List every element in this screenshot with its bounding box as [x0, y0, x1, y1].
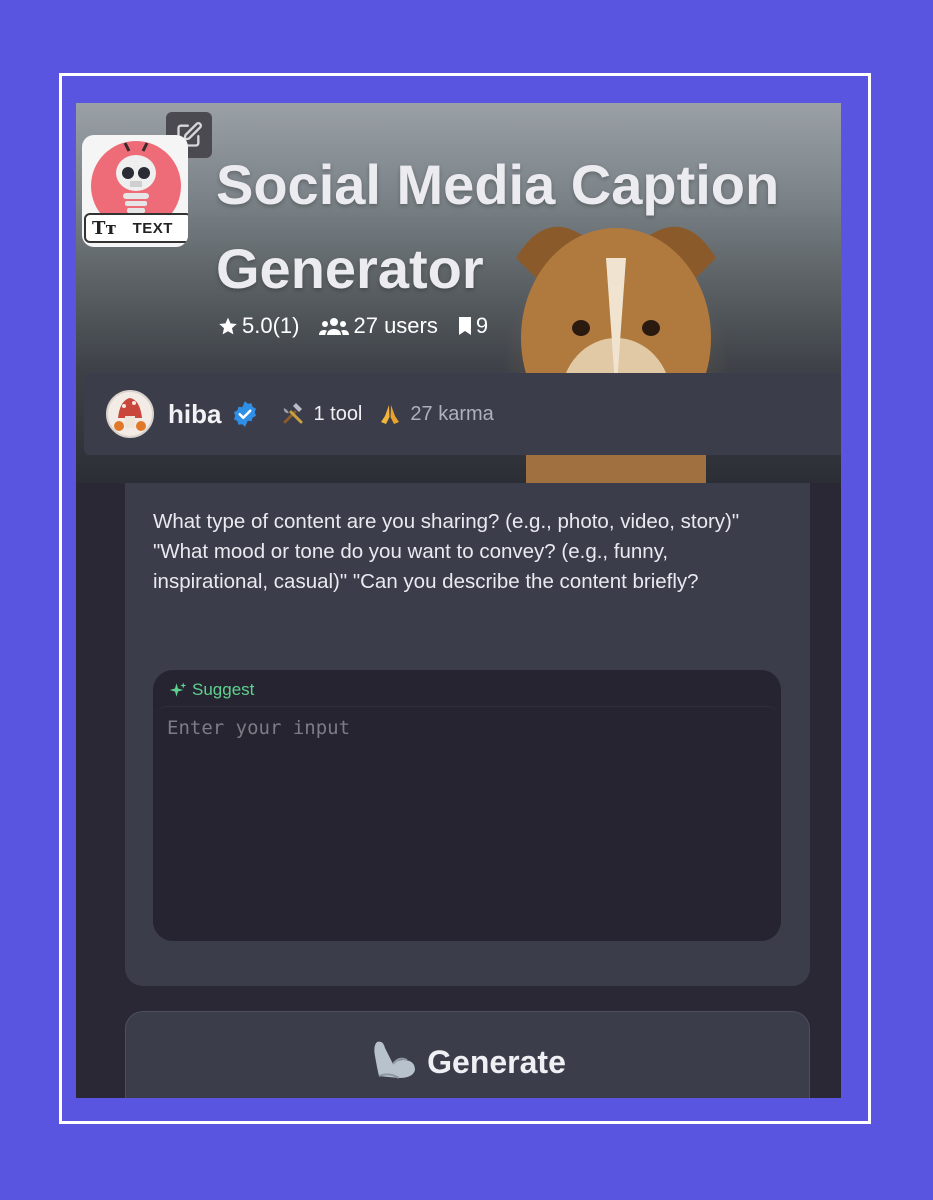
generate-label: Generate — [427, 1044, 566, 1080]
author-karma: 27 karma — [378, 402, 494, 426]
suggest-label: Suggest — [192, 680, 255, 699]
tool-stats: 5.0(1) 27 users 9 — [218, 308, 508, 344]
tool-page: Tт TEXT Social Media Caption Generator 5… — [76, 103, 841, 1098]
input-container: Suggest — [153, 670, 781, 941]
suggest-button[interactable]: Suggest — [169, 678, 254, 702]
author-tools-count: 1 tool — [313, 402, 363, 425]
saves-stat[interactable]: 9 — [458, 313, 488, 339]
tool-type-label: TEXT — [132, 219, 173, 237]
input-card: What type of content are you sharing? (e… — [125, 483, 810, 986]
author-avatar-image — [114, 398, 146, 431]
author-bar: hiba 1 tool 27 karma — [84, 373, 841, 455]
sparkle-icon — [169, 681, 187, 699]
author-tools[interactable]: 1 tool — [281, 402, 362, 426]
page-title: Social Media Caption Generator — [216, 153, 780, 300]
pray-icon — [378, 402, 402, 426]
rating-value: 5.0(1) — [242, 313, 300, 338]
generate-button[interactable]: Generate — [125, 1011, 810, 1098]
users-icon — [319, 316, 350, 336]
input-prompt: What type of content are you sharing? (e… — [153, 510, 740, 593]
users-count: 27 users — [353, 313, 438, 338]
tools-icon — [281, 402, 305, 426]
flexed-biceps-icon — [369, 1038, 417, 1082]
user-input[interactable] — [153, 706, 781, 941]
hero-banner: Tт TEXT Social Media Caption Generator 5… — [76, 103, 841, 498]
tool-type-badge: Tт TEXT — [84, 213, 188, 243]
author-avatar[interactable] — [106, 390, 154, 438]
author-karma-count: 27 karma — [410, 402, 494, 425]
saves-count: 9 — [475, 313, 489, 338]
tool-avatar: Tт TEXT — [82, 135, 188, 247]
bookmark-icon — [458, 316, 472, 336]
author-name[interactable]: hiba — [168, 399, 221, 430]
verified-badge-icon — [231, 400, 259, 428]
star-icon — [218, 316, 238, 336]
rating-stat[interactable]: 5.0(1) — [218, 313, 299, 339]
users-stat: 27 users — [319, 313, 438, 339]
text-type-icon: Tт — [92, 217, 117, 239]
